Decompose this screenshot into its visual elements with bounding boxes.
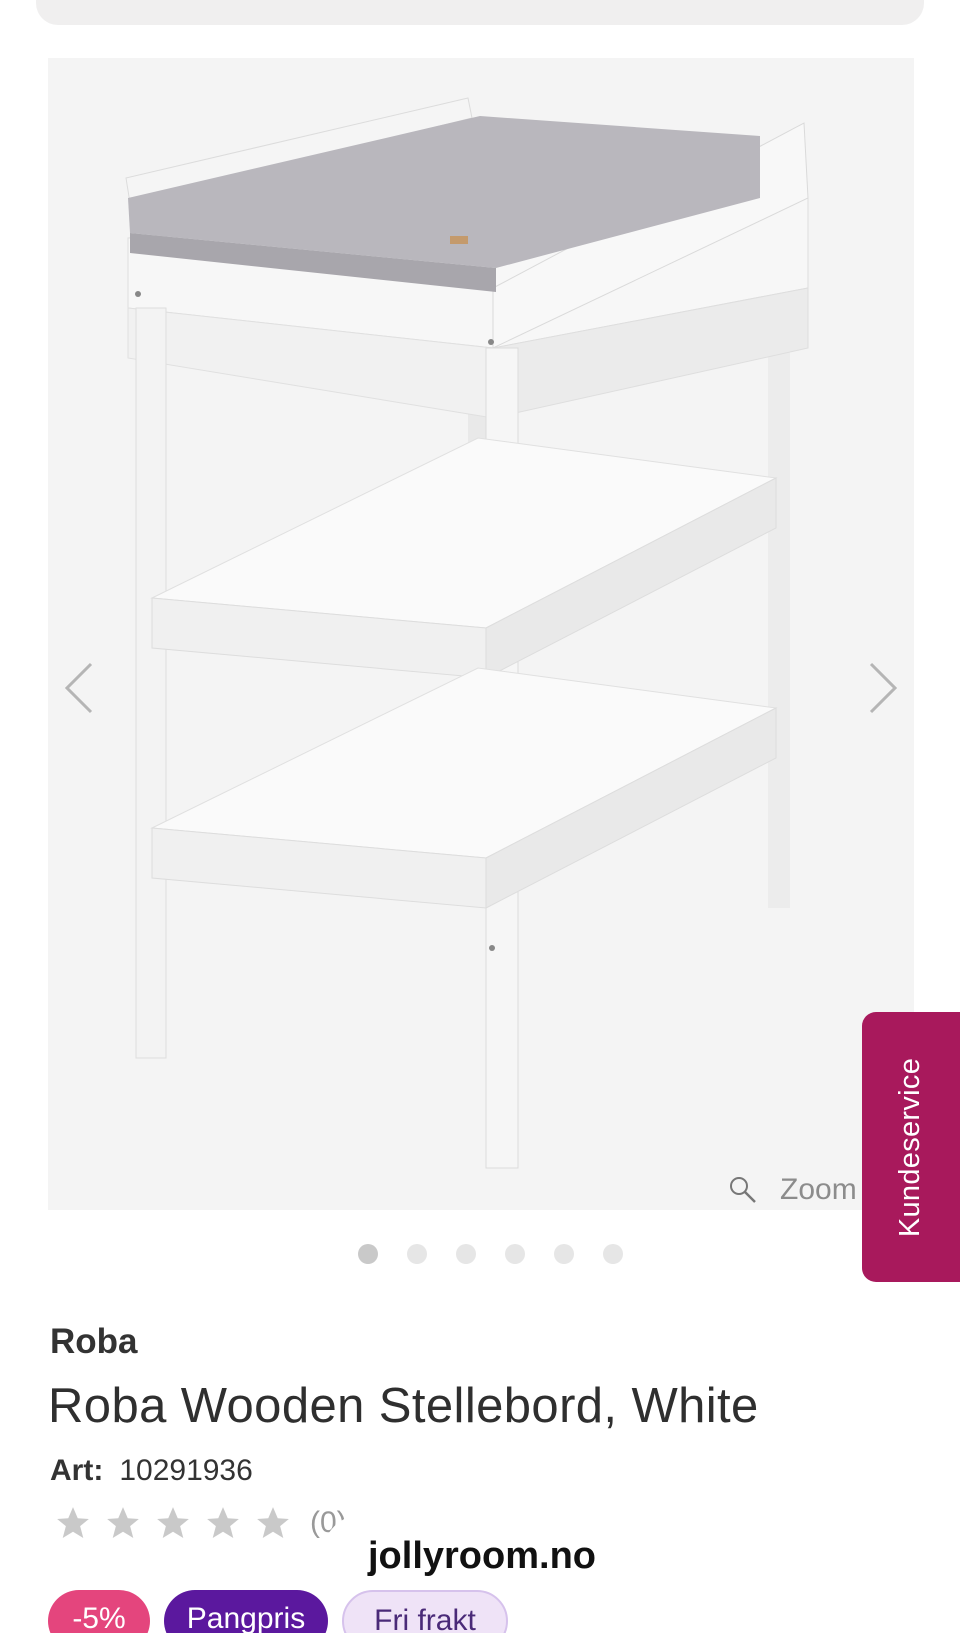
star-icon (257, 1507, 289, 1539)
gallery-dot[interactable] (505, 1244, 525, 1264)
site-watermark: jollyroom.no (322, 1514, 642, 1598)
chevron-left-icon (64, 662, 93, 714)
zoom-button[interactable]: Zoom (728, 1168, 857, 1210)
magnifier-icon (730, 1177, 756, 1203)
product-gallery[interactable]: Zoom (48, 58, 914, 1210)
star-icon (207, 1507, 239, 1539)
gallery-dot[interactable] (456, 1244, 476, 1264)
gallery-dot[interactable] (358, 1244, 378, 1264)
gallery-dot[interactable] (554, 1244, 574, 1264)
product-title: Roba Wooden Stellebord, White (48, 1379, 759, 1433)
gallery-dot[interactable] (603, 1244, 623, 1264)
chevron-right-icon (869, 662, 898, 714)
pangpris-badge: Pangpris (164, 1590, 328, 1633)
article-value: 10291936 (119, 1454, 253, 1487)
free-shipping-badge: Fri frakt (342, 1590, 508, 1633)
article-label: Art: (50, 1454, 104, 1487)
star-icon (157, 1507, 189, 1539)
gallery-prev-button[interactable] (48, 648, 108, 728)
product-brand[interactable]: Roba (50, 1322, 138, 1362)
article-number: Art: 10291936 (50, 1454, 253, 1488)
product-image (125, 97, 809, 1169)
customer-service-label: Kundeservice (894, 1057, 927, 1237)
gallery-pagination (358, 1244, 623, 1264)
zoom-label: Zoom (780, 1173, 857, 1206)
star-icon (57, 1507, 89, 1539)
gallery-next-button[interactable] (854, 648, 914, 728)
rating[interactable]: (0) (54, 1504, 347, 1542)
customer-service-tab[interactable]: Kundeservice (862, 1012, 960, 1282)
product-badges: -5% Pangpris Fri frakt (48, 1590, 508, 1633)
top-search-bar[interactable] (36, 0, 924, 25)
gallery-dot[interactable] (407, 1244, 427, 1264)
discount-badge: -5% (48, 1590, 150, 1633)
star-icon (107, 1507, 139, 1539)
